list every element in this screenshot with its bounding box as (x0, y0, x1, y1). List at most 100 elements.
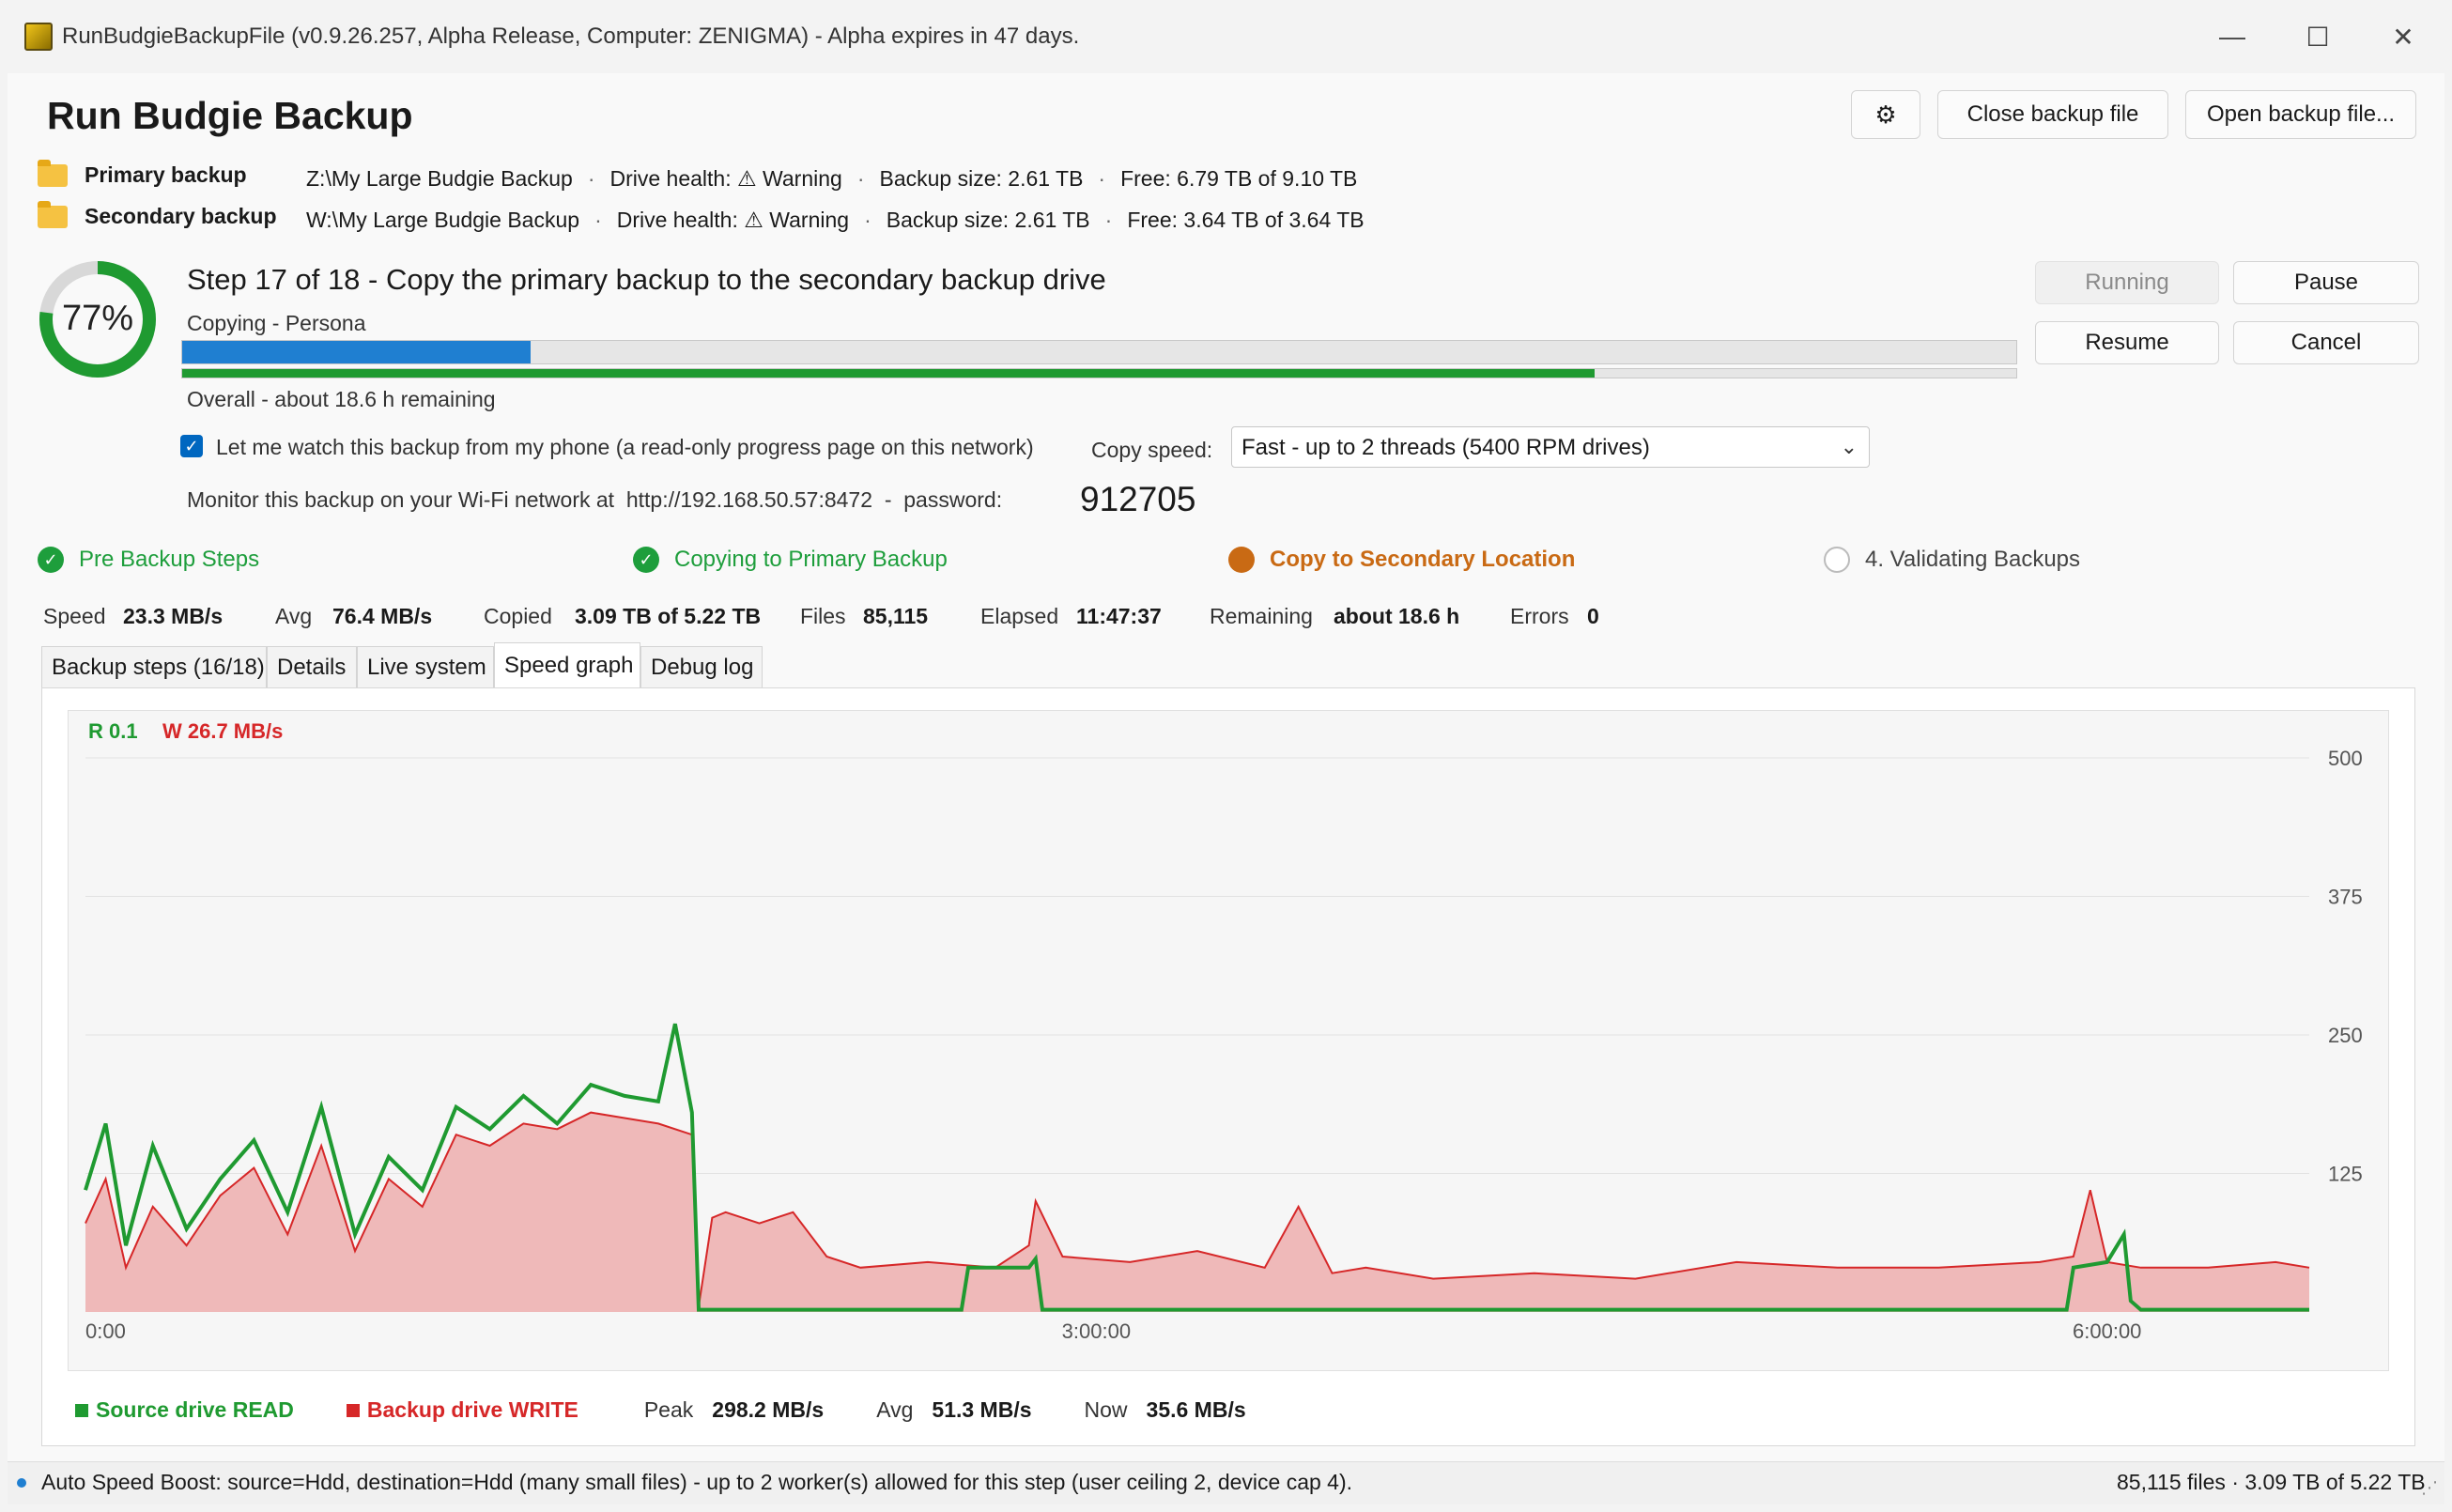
copy-speed-select[interactable]: Fast - up to 2 threads (5400 RPM drives)… (1231, 426, 1870, 468)
peak-value: 298.2 MB/s (712, 1397, 825, 1422)
status-dot-icon (17, 1478, 26, 1488)
running-button[interactable]: Running (2035, 261, 2219, 304)
step-progress-bar (181, 340, 2017, 364)
pending-circle-icon (1824, 547, 1850, 573)
progress-percent: 77% (61, 299, 134, 338)
x-tick-label: 6:00:00 (2073, 1319, 2141, 1343)
now-value: 35.6 MB/s (1146, 1397, 1246, 1422)
app-icon (24, 23, 53, 51)
overall-progress-fill (182, 369, 1595, 378)
copy-speed-label: Copy speed: (1091, 438, 1213, 462)
now-label: Now (1084, 1397, 1128, 1422)
active-dot-icon (1228, 547, 1255, 573)
overall-progress-bar (181, 368, 2017, 378)
files-label: Files (800, 604, 846, 628)
tab-speed-graph[interactable]: Speed graph (494, 642, 640, 688)
close-backup-button[interactable]: Close backup file (1937, 90, 2168, 139)
primary-path: Z:\My Large Budgie Backup (306, 166, 573, 191)
gear-icon: ⚙ (1874, 100, 1897, 129)
y-tick-label: 125 (2328, 1163, 2363, 1186)
avg-value: 76.4 MB/s (332, 604, 433, 628)
read-now-label: R 0.1 (88, 719, 138, 743)
primary-backup-info: Z:\My Large Budgie Backup · Drive health: … (306, 166, 1358, 191)
copy-speed-value: Fast - up to 2 threads (5400 RPM drives) (1241, 435, 1650, 460)
check-circle-icon: ✓ (38, 547, 64, 573)
secondary-path: W:\My Large Budgie Backup (306, 208, 580, 232)
pause-button[interactable]: Pause (2233, 261, 2419, 304)
secondary-health-value: ⚠ Warning (744, 208, 850, 232)
window-title: RunBudgieBackupFile (v0.9.26.257, Alpha … (62, 23, 1080, 49)
elapsed-value: 11:47:37 (1076, 604, 1162, 628)
resume-button[interactable]: Resume (2035, 321, 2219, 364)
current-item: Copying - Persona (187, 311, 366, 335)
monitor-url[interactable]: http://192.168.50.57:8472 (626, 487, 872, 512)
chevron-down-icon: ⌄ (1840, 435, 1858, 458)
graph-avg-label: Avg (876, 1397, 914, 1422)
phase-validating: 4. Validating Backups (1824, 547, 2080, 573)
status-summary: 85,115 files · 3.09 TB of 5.22 TB (2117, 1470, 2426, 1494)
secondary-free: Free: 3.64 TB of 3.64 TB (1127, 208, 1365, 232)
watch-from-phone-checkbox[interactable]: ✓ (180, 435, 203, 457)
minimize-button[interactable]: — (2191, 13, 2274, 60)
speed-value: 23.3 MB/s (123, 604, 224, 628)
speed-label: Speed (43, 604, 106, 628)
open-backup-button[interactable]: Open backup file... (2185, 90, 2416, 139)
write-legend-label: Backup drive WRITE (366, 1397, 578, 1422)
step-title: Step 17 of 18 - Copy the primary backup … (187, 263, 1106, 296)
x-tick-label: 0:00 (85, 1319, 126, 1343)
y-tick-label: 250 (2328, 1024, 2363, 1047)
y-tick-label: 375 (2328, 886, 2363, 909)
monitor-dash: - (884, 487, 892, 512)
resize-grip-icon[interactable]: ⋰ (2421, 1478, 2438, 1498)
errors-label: Errors (1510, 604, 1569, 628)
errors-value: 0 (1587, 604, 1599, 628)
avg-label: Avg (275, 604, 313, 628)
phase-label: Pre Backup Steps (79, 547, 260, 572)
graph-legend: Source drive READ Backup drive WRITE Pea… (75, 1397, 1246, 1423)
copied-label: Copied (484, 604, 552, 628)
page-title: Run Budgie Backup (47, 94, 413, 137)
cancel-button[interactable]: Cancel (2233, 321, 2419, 364)
check-circle-icon: ✓ (633, 547, 659, 573)
copied-value: 3.09 TB of 5.22 TB (575, 604, 762, 628)
remaining-label: Remaining (1210, 604, 1313, 628)
secondary-backup-info: W:\My Large Budgie Backup · Drive health: … (306, 208, 1365, 232)
close-window-button[interactable]: ✕ (2362, 13, 2444, 60)
y-tick-label: 500 (2328, 747, 2363, 770)
tab-details[interactable]: Details (267, 646, 357, 687)
primary-size: Backup size: 2.61 TB (879, 166, 1084, 191)
phase-copy-primary: ✓ Copying to Primary Backup (633, 547, 948, 573)
write-legend-swatch (346, 1403, 360, 1417)
remaining-value: about 18.6 h (1334, 604, 1460, 628)
settings-button[interactable]: ⚙ (1851, 90, 1920, 139)
watch-from-phone-label: Let me watch this backup from my phone (… (216, 435, 1034, 459)
phase-label: Copying to Primary Backup (674, 547, 948, 572)
monitor-line: Monitor this backup on your Wi-Fi networ… (187, 487, 1002, 513)
tab-debug-log[interactable]: Debug log (640, 646, 763, 687)
phase-label: 4. Validating Backups (1865, 547, 2081, 572)
secondary-health-label: Drive health: (616, 208, 738, 232)
monitor-text: Monitor this backup on your Wi-Fi networ… (187, 487, 615, 512)
primary-health-value: ⚠ Warning (737, 166, 842, 191)
secondary-size: Backup size: 2.61 TB (886, 208, 1090, 232)
primary-free: Free: 6.79 TB of 9.10 TB (1120, 166, 1358, 191)
password-label: password: (903, 487, 1003, 512)
speed-graph: 125 250 375 500 0:00 3:00:00 6:00:00 (68, 710, 2389, 1371)
write-area (85, 1112, 2309, 1312)
speed-chart-svg: 125 250 375 500 0:00 3:00:00 6:00:00 (84, 747, 2363, 1343)
primary-backup-label: Primary backup (85, 162, 247, 187)
secondary-backup-label: Secondary backup (85, 204, 277, 228)
password-value: 912705 (1080, 480, 1196, 518)
primary-folder-icon (38, 160, 68, 187)
tab-backup-steps[interactable]: Backup steps (16/18) (41, 646, 267, 687)
x-tick-label: 3:00:00 (1062, 1319, 1131, 1343)
files-value: 85,115 (863, 604, 929, 628)
primary-health-label: Drive health: (609, 166, 732, 191)
phase-copy-secondary: Copy to Secondary Location (1228, 547, 1575, 573)
read-legend-label: Source drive READ (96, 1397, 294, 1422)
overall-remaining: Overall - about 18.6 h remaining (187, 387, 496, 411)
maximize-button[interactable]: ☐ (2276, 13, 2359, 60)
graph-avg-value: 51.3 MB/s (932, 1397, 1032, 1422)
elapsed-label: Elapsed (980, 604, 1059, 628)
tab-live-system[interactable]: Live system (357, 646, 494, 687)
